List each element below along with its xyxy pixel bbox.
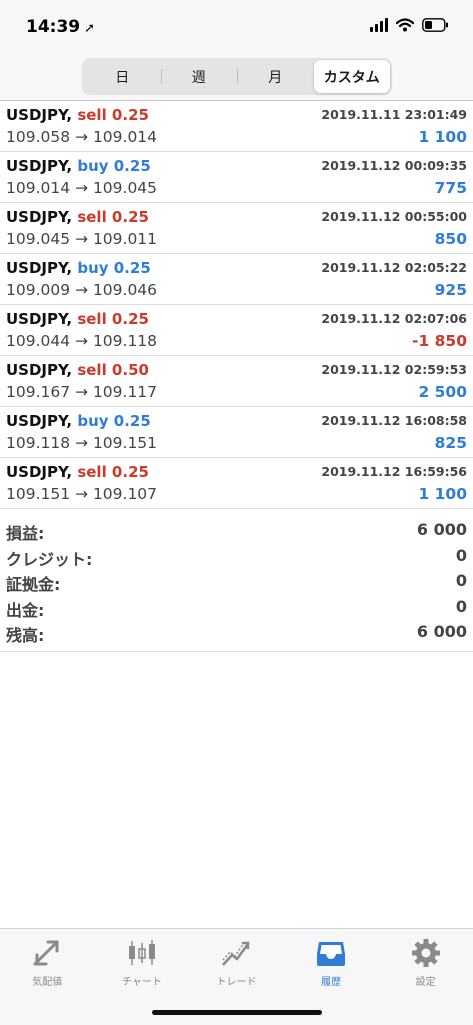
deal-side: sell 0.25 <box>77 208 149 226</box>
deal-side: buy 0.25 <box>77 412 151 430</box>
summary-value: 0 <box>455 571 467 591</box>
segment-day[interactable]: 日 <box>84 60 161 93</box>
deal-row[interactable]: USDJPY, sell 0.25 2019.11.12 16:59:56 10… <box>0 458 473 509</box>
tab-quotes[interactable]: 気配値 <box>0 929 95 1025</box>
chart-icon <box>125 937 159 969</box>
deal-prices: 109.151 → 109.107 <box>6 485 158 503</box>
home-indicator[interactable] <box>152 1010 322 1015</box>
battery-icon <box>422 18 449 32</box>
deal-side: sell 0.25 <box>77 463 149 481</box>
location-icon: ➚ <box>84 21 96 36</box>
deal-list: USDJPY, sell 0.25 2019.11.11 23:01:49 10… <box>0 101 473 509</box>
deal-side: sell 0.25 <box>77 106 149 124</box>
tab-settings[interactable]: 設定 <box>378 929 473 1025</box>
deal-symbol: USDJPY, sell 0.25 <box>6 208 149 226</box>
tab-label: 設定 <box>415 977 436 988</box>
signal-icon <box>370 18 388 32</box>
deal-symbol: USDJPY, sell 0.25 <box>6 106 149 124</box>
deal-prices: 109.167 → 109.117 <box>6 383 158 401</box>
summary-label: 残高: <box>6 626 45 646</box>
deal-profit: 850 <box>434 230 467 248</box>
deal-prices: 109.118 → 109.151 <box>6 434 158 452</box>
summary-value: 6 000 <box>416 520 467 539</box>
deal-profit: 925 <box>434 281 467 299</box>
summary-label: 出金: <box>6 600 45 620</box>
segment-week[interactable]: 週 <box>160 60 238 93</box>
deal-symbol: USDJPY, sell 0.50 <box>6 361 149 379</box>
deal-time: 2019.11.11 23:01:49 <box>321 107 467 122</box>
tab-label: 履歴 <box>321 977 342 988</box>
deal-row[interactable]: USDJPY, sell 0.25 2019.11.12 00:55:00 10… <box>0 203 473 254</box>
deal-prices: 109.044 → 109.118 <box>6 332 158 350</box>
deal-time: 2019.11.12 02:59:53 <box>321 362 467 377</box>
period-segmented-control: 日 週 月 カスタム <box>82 58 392 95</box>
tab-label: トレード <box>216 977 257 988</box>
deal-symbol: USDJPY, buy 0.25 <box>6 157 151 175</box>
deal-time: 2019.11.12 00:55:00 <box>321 209 467 224</box>
summary-row-deposit: 証拠金: 0 <box>0 568 473 594</box>
summary-value: 0 <box>455 596 467 616</box>
wifi-icon <box>396 18 414 32</box>
tab-label: チャート <box>121 977 162 988</box>
summary-label: 損益: <box>6 524 45 543</box>
status-time: 14:39 ➚ <box>26 17 95 37</box>
deal-time: 2019.11.12 00:09:35 <box>321 158 467 173</box>
deal-profit: 2 500 <box>418 383 467 401</box>
deal-symbol: USDJPY, sell 0.25 <box>6 463 149 481</box>
deal-row[interactable]: USDJPY, sell 0.25 2019.11.11 23:01:49 10… <box>0 101 473 152</box>
history-icon <box>314 937 348 969</box>
deal-time: 2019.11.12 02:07:06 <box>321 311 467 326</box>
summary-row-balance: 残高: 6 000 <box>0 619 473 645</box>
deal-row[interactable]: USDJPY, sell 0.50 2019.11.12 02:59:53 10… <box>0 356 473 407</box>
summary-value: 6 000 <box>416 622 467 642</box>
deal-row[interactable]: USDJPY, sell 0.25 2019.11.12 02:07:06 10… <box>0 305 473 356</box>
summary-row-withdrawal: 出金: 0 <box>0 594 473 620</box>
deal-profit: -1 850 <box>412 332 467 350</box>
summary-label: 証拠金: <box>6 575 61 595</box>
summary-row-profit: 損益: 6 000 <box>0 517 473 543</box>
deal-profit: 1 100 <box>418 128 467 146</box>
deal-side: buy 0.25 <box>77 259 151 277</box>
deal-row[interactable]: USDJPY, buy 0.25 2019.11.12 00:09:35 109… <box>0 152 473 203</box>
deal-prices: 109.009 → 109.046 <box>6 281 158 299</box>
deal-prices: 109.058 → 109.014 <box>6 128 158 146</box>
clock-text: 14:39 <box>26 17 81 37</box>
deal-profit: 1 100 <box>418 485 467 503</box>
status-bar: 14:39 ➚ <box>0 0 473 56</box>
deal-time: 2019.11.12 16:08:58 <box>321 413 467 428</box>
deal-time: 2019.11.12 16:59:56 <box>321 464 467 479</box>
quotes-icon <box>30 937 64 969</box>
settings-icon <box>409 937 443 969</box>
deal-symbol: USDJPY, sell 0.25 <box>6 310 149 328</box>
period-selector-bar: 日 週 月 カスタム <box>0 56 473 101</box>
tab-label: 気配値 <box>32 977 63 988</box>
deal-symbol: USDJPY, buy 0.25 <box>6 412 151 430</box>
summary-value: 0 <box>455 545 467 565</box>
deal-profit: 775 <box>434 179 467 197</box>
status-indicators <box>370 18 449 32</box>
account-summary: 損益: 6 000 クレジット: 0 証拠金: 0 出金: 0 残高: 6 00… <box>0 517 473 652</box>
deal-symbol: USDJPY, buy 0.25 <box>6 259 151 277</box>
deal-side: sell 0.50 <box>77 361 149 379</box>
deal-side: sell 0.25 <box>77 310 149 328</box>
deal-profit: 825 <box>434 434 467 452</box>
summary-row-credit: クレジット: 0 <box>0 543 473 569</box>
segment-custom[interactable]: カスタム <box>313 60 390 93</box>
deal-side: buy 0.25 <box>77 157 151 175</box>
summary-label: クレジット: <box>6 549 93 569</box>
deal-prices: 109.014 → 109.045 <box>6 179 158 197</box>
trade-icon <box>219 937 253 969</box>
deal-time: 2019.11.12 02:05:22 <box>321 260 467 275</box>
deal-row[interactable]: USDJPY, buy 0.25 2019.11.12 02:05:22 109… <box>0 254 473 305</box>
deal-prices: 109.045 → 109.011 <box>6 230 158 248</box>
deal-row[interactable]: USDJPY, buy 0.25 2019.11.12 16:08:58 109… <box>0 407 473 458</box>
segment-month[interactable]: 月 <box>237 60 314 93</box>
